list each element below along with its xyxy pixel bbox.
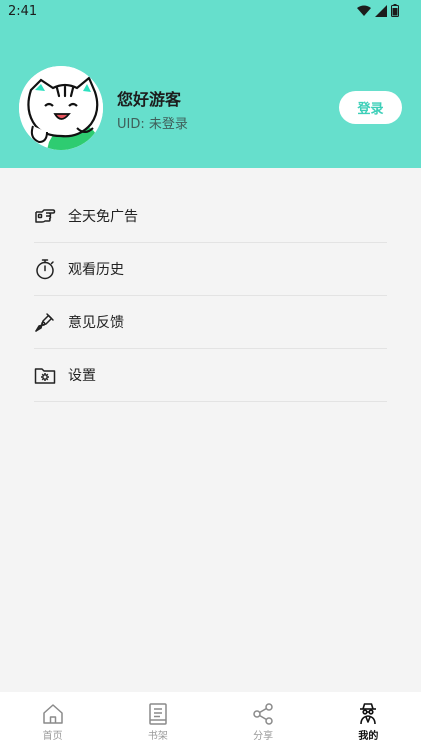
cat-avatar-icon <box>19 66 103 150</box>
menu-item-label: 设置 <box>68 368 96 384</box>
wifi-icon <box>357 5 371 16</box>
stopwatch-icon <box>34 258 56 280</box>
nav-share[interactable]: 分享 <box>211 692 316 748</box>
battery-icon <box>391 4 399 17</box>
book-icon <box>149 703 167 725</box>
status-bar: 2:41 <box>0 0 421 24</box>
nav-label: 首页 <box>42 731 63 742</box>
pointing-hand-icon <box>34 205 56 227</box>
profile-header: 您好游客 UID: 未登录 登录 <box>0 24 421 168</box>
menu-item-no-ads[interactable]: 全天免广告 <box>34 190 387 243</box>
nav-home[interactable]: 首页 <box>0 692 105 748</box>
menu-item-label: 全天免广告 <box>68 209 138 225</box>
nav-mine[interactable]: 我的 <box>316 692 421 748</box>
uid-text: UID: 未登录 <box>117 117 188 132</box>
settings-folder-icon <box>34 364 56 386</box>
signal-icon <box>375 4 387 17</box>
share-icon <box>253 703 273 725</box>
nav-bookshelf[interactable]: 书架 <box>105 692 210 748</box>
nav-label: 书架 <box>147 731 168 742</box>
bottom-nav: 首页 书架 分享 我的 <box>0 692 421 748</box>
username: 您好游客 <box>117 90 182 109</box>
menu-item-history[interactable]: 观看历史 <box>34 243 387 296</box>
status-icons <box>357 4 399 17</box>
menu-item-feedback[interactable]: 意见反馈 <box>34 296 387 349</box>
spy-profile-icon <box>360 703 377 725</box>
menu-item-label: 意见反馈 <box>68 315 124 331</box>
menu-list: 全天免广告 观看历史 意见反馈 设置 <box>34 190 387 402</box>
menu-item-settings[interactable]: 设置 <box>34 349 387 402</box>
nav-label: 我的 <box>358 731 379 742</box>
avatar[interactable] <box>19 66 103 150</box>
login-button[interactable]: 登录 <box>339 91 402 124</box>
pen-nib-icon <box>34 311 56 333</box>
status-time: 2:41 <box>8 4 38 19</box>
menu-item-label: 观看历史 <box>68 262 124 278</box>
home-icon <box>42 704 63 724</box>
nav-label: 分享 <box>253 731 274 742</box>
